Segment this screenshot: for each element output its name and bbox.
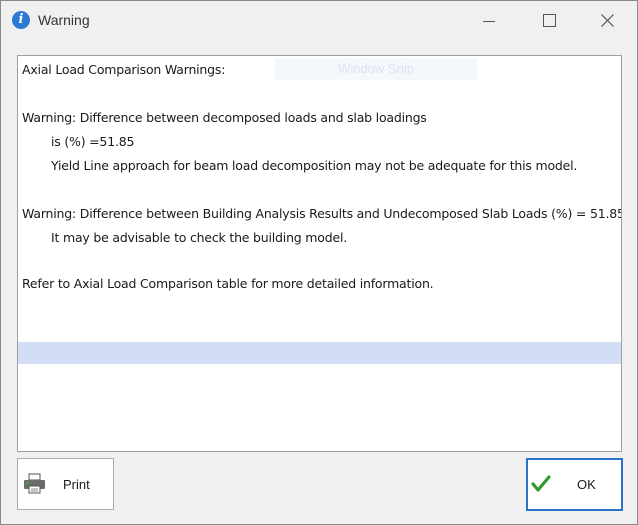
maximize-icon xyxy=(543,14,556,27)
warning-2-detail: It may be advisable to check the buildin… xyxy=(51,230,347,245)
maximize-button[interactable] xyxy=(519,1,579,41)
info-icon: i xyxy=(12,11,30,29)
warnings-heading: Axial Load Comparison Warnings: xyxy=(22,62,226,77)
title-bar[interactable]: i Warning xyxy=(1,1,637,41)
window-title: Warning xyxy=(38,12,90,28)
warning-1-value: is (%) =51.85 xyxy=(51,134,135,149)
print-button[interactable]: Print xyxy=(17,458,114,510)
selected-row[interactable] xyxy=(18,342,621,364)
reference-note: Refer to Axial Load Comparison table for… xyxy=(22,276,434,291)
ok-button[interactable]: OK xyxy=(526,458,623,511)
print-button-label: Print xyxy=(63,477,90,492)
window-snip-watermark: Window Snip xyxy=(275,58,477,80)
warning-dialog: i Warning Window Snip Axial Load Compari… xyxy=(0,0,638,525)
minimize-button[interactable] xyxy=(459,1,519,41)
printer-icon xyxy=(24,473,45,494)
ok-button-label: OK xyxy=(577,477,596,492)
close-icon xyxy=(601,14,614,27)
warning-text-area[interactable]: Window Snip Axial Load Comparison Warnin… xyxy=(17,55,622,452)
minimize-icon xyxy=(483,21,495,22)
checkmark-icon xyxy=(531,475,551,492)
warning-2-line: Warning: Difference between Building Ana… xyxy=(22,206,622,221)
warning-1-detail: Yield Line approach for beam load decomp… xyxy=(51,158,578,173)
warning-1-line: Warning: Difference between decomposed l… xyxy=(22,110,427,125)
close-button[interactable] xyxy=(577,1,637,41)
